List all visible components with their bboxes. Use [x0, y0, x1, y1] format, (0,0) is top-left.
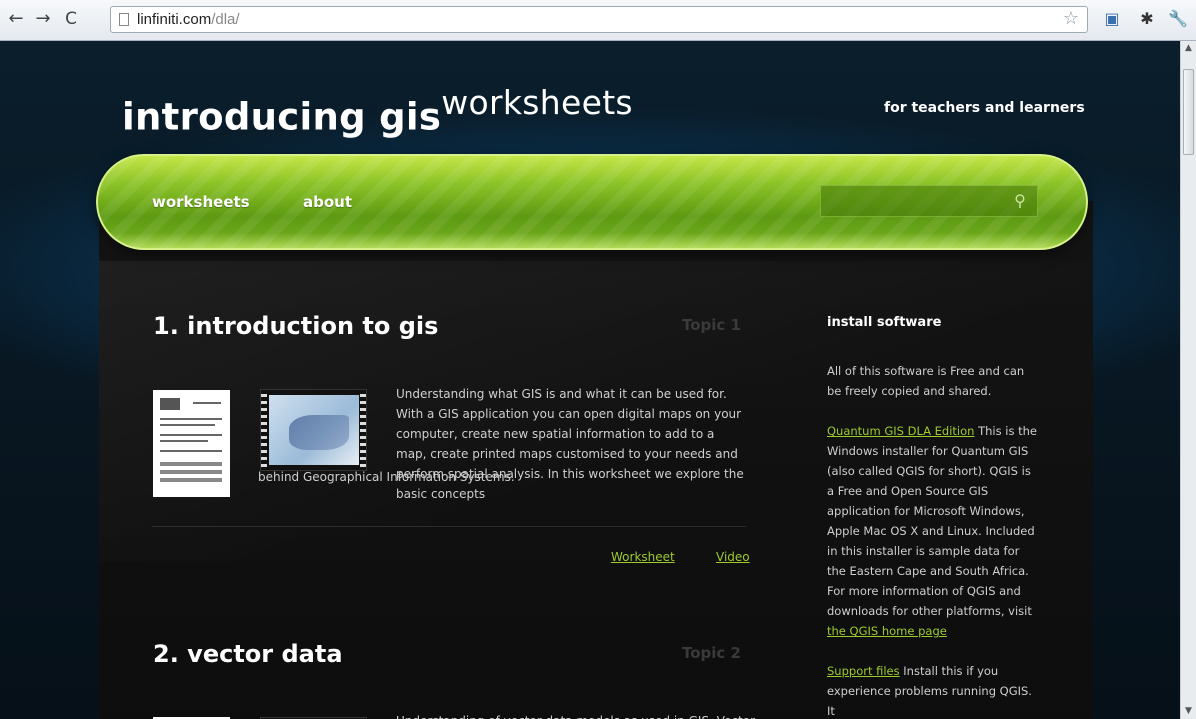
bookmark-star-icon[interactable]: ☆: [1063, 9, 1079, 29]
topic-label: Topic 1: [682, 316, 741, 334]
topic-description-tail: behind Geographical Information Systems.: [258, 470, 515, 484]
tagline: for teachers and learners: [884, 100, 1085, 116]
sidebar-heading: install software: [827, 315, 942, 330]
topic-description: Understanding of vector data models as u…: [396, 711, 755, 719]
page-viewport: introducing gisworksheets for teachers a…: [0, 41, 1180, 719]
qgis-home-link[interactable]: the QGIS home page: [827, 624, 947, 638]
wrench-icon[interactable]: 🔧: [1167, 8, 1189, 30]
topic-label: Topic 2: [682, 644, 741, 662]
scroll-down-icon[interactable]: ▼: [1183, 706, 1194, 717]
scroll-thumb[interactable]: [1183, 69, 1194, 155]
search-input[interactable]: [821, 186, 1009, 218]
qgis-paragraph: Quantum GIS DLA Edition This is the Wind…: [827, 424, 1037, 638]
topic-title: 2. vector data: [153, 640, 343, 668]
topic-title: 1. introduction to gis: [153, 312, 439, 340]
vertical-scrollbar[interactable]: ▲ ▼: [1180, 41, 1196, 719]
url-text[interactable]: linfiniti.com/dla/: [137, 11, 240, 28]
support-paragraph: Support files Install this if you experi…: [827, 664, 1032, 718]
reload-icon[interactable]: C: [60, 8, 82, 30]
sidebar-intro: All of this software is Free and can be …: [827, 364, 1025, 398]
site-title: introducing gisworksheets: [122, 83, 633, 139]
search-box: ⚲: [820, 185, 1038, 218]
video-thumbnail[interactable]: [260, 389, 367, 471]
scroll-up-icon[interactable]: ▲: [1183, 43, 1194, 54]
back-arrow-icon[interactable]: ←: [5, 8, 27, 30]
page-icon: [119, 13, 129, 26]
sidebar: install software All of this software is…: [827, 313, 1037, 719]
address-bar[interactable]: linfiniti.com/dla/ ☆: [110, 6, 1088, 33]
forward-arrow-icon[interactable]: →: [32, 8, 54, 30]
search-icon[interactable]: ⚲: [1009, 191, 1031, 211]
bug-icon[interactable]: ✱: [1136, 8, 1158, 30]
browser-toolbar: ← → C linfiniti.com/dla/ ☆ ▣ ✱ 🔧: [0, 0, 1196, 41]
support-files-link[interactable]: Support files: [827, 664, 900, 678]
video-link[interactable]: Video: [716, 550, 750, 564]
worksheet-thumbnail[interactable]: [153, 390, 230, 497]
divider: [152, 526, 746, 527]
extension-icon[interactable]: ▣: [1101, 8, 1123, 30]
main-nav: worksheets about ⚲: [96, 154, 1088, 250]
nav-item-about[interactable]: about: [303, 193, 352, 211]
nav-item-worksheets[interactable]: worksheets: [152, 193, 250, 211]
qgis-download-link[interactable]: Quantum GIS DLA Edition: [827, 424, 974, 438]
worksheet-link[interactable]: Worksheet: [611, 550, 675, 564]
